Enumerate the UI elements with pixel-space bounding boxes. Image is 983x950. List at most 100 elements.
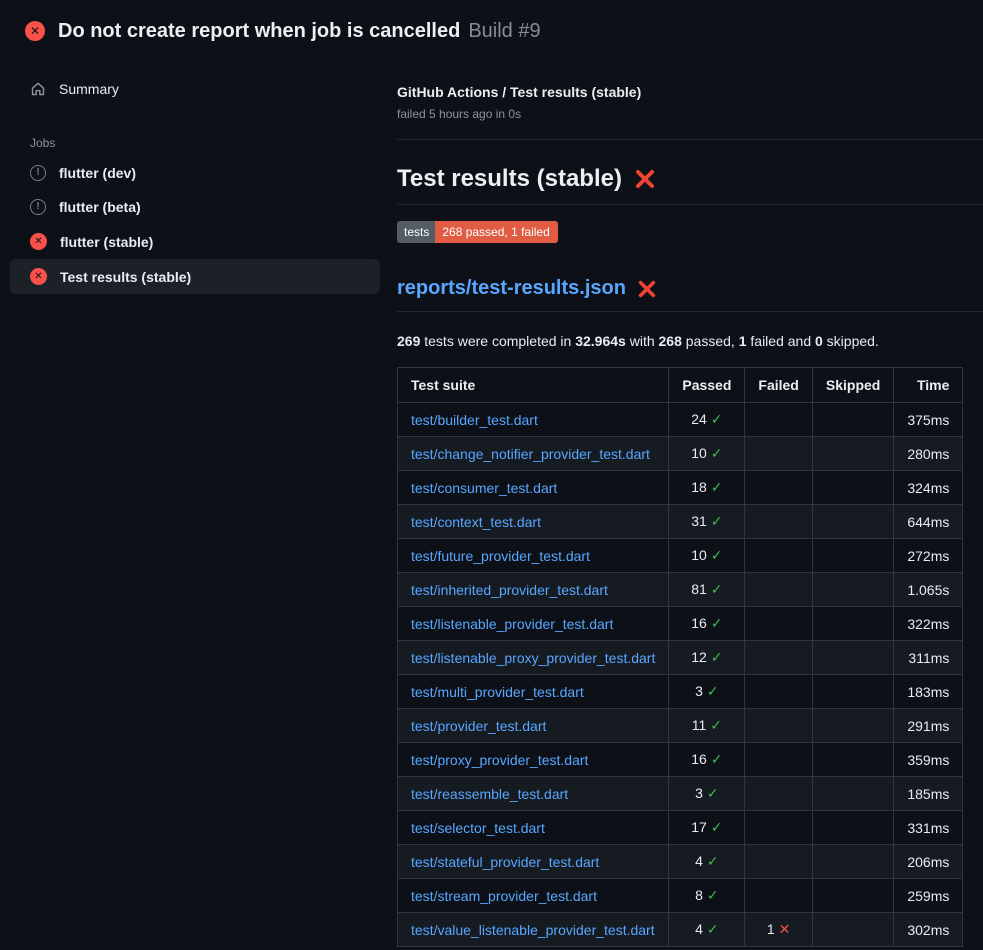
check-icon: ✓ [711, 547, 723, 563]
column-header-time: Time [894, 368, 963, 403]
cell-skipped [812, 709, 893, 743]
cell-skipped [812, 403, 893, 437]
column-header-failed: Failed [745, 368, 812, 403]
cell-passed: 4✓ [669, 845, 745, 879]
cell-skipped [812, 641, 893, 675]
job-label: flutter (stable) [60, 234, 153, 250]
job-label: Test results (stable) [60, 269, 191, 285]
cell-failed [745, 607, 812, 641]
job-failed-icon: ✕ [30, 233, 47, 250]
cell-failed [745, 709, 812, 743]
cell-time: 324ms [894, 471, 963, 505]
breadcrumb: GitHub Actions / Test results (stable) [397, 84, 983, 100]
jobs-section-heading: Jobs [30, 136, 390, 150]
table-row: test/change_notifier_provider_test.dart 1… [398, 437, 963, 471]
table-row: test/provider_test.dart11✓291ms [398, 709, 963, 743]
cell-passed: 8✓ [669, 879, 745, 913]
cell-skipped [812, 505, 893, 539]
cell-test-suite: test/provider_test.dart [398, 709, 669, 743]
sidebar-job-item[interactable]: ✕ flutter (stable) [10, 224, 380, 259]
test-suite-link[interactable]: test/proxy_provider_test.dart [411, 752, 588, 768]
cell-test-suite: test/consumer_test.dart [398, 471, 669, 505]
cell-test-suite: test/listenable_provider_test.dart [398, 607, 669, 641]
cell-time: 1.065s [894, 573, 963, 607]
cell-skipped [812, 675, 893, 709]
test-suite-link[interactable]: test/listenable_provider_test.dart [411, 616, 613, 632]
test-suite-link[interactable]: test/context_test.dart [411, 514, 541, 530]
run-header: ✕ Do not create report when job is cance… [0, 0, 983, 56]
cell-test-suite: test/multi_provider_test.dart [398, 675, 669, 709]
test-suite-link[interactable]: test/stateful_provider_test.dart [411, 854, 599, 870]
column-header-test-suite: Test suite [398, 368, 669, 403]
job-cancelled-icon: ! [30, 199, 46, 215]
cell-test-suite: test/listenable_proxy_provider_test.dart [398, 641, 669, 675]
test-suite-link[interactable]: test/value_listenable_provider_test.dart [411, 922, 655, 938]
cell-skipped [812, 845, 893, 879]
column-header-passed: Passed [669, 368, 745, 403]
test-suite-link[interactable]: test/stream_provider_test.dart [411, 888, 597, 904]
sidebar-job-item[interactable]: ✕ Test results (stable) [10, 259, 380, 294]
test-suite-link[interactable]: test/selector_test.dart [411, 820, 545, 836]
sidebar-summary-label: Summary [59, 81, 119, 97]
check-icon: ✓ [707, 921, 719, 937]
cell-failed [745, 471, 812, 505]
sidebar-job-item[interactable]: !flutter (beta) [10, 190, 380, 224]
cell-passed: 18✓ [669, 471, 745, 505]
section-title-text: Test results (stable) [397, 165, 622, 193]
test-suite-link[interactable]: test/change_notifier_provider_test.dart [411, 446, 650, 462]
sidebar: Summary Jobs !flutter (dev)!flutter (bet… [0, 56, 390, 294]
cell-test-suite: test/selector_test.dart [398, 811, 669, 845]
cell-time: 331ms [894, 811, 963, 845]
cell-test-suite: test/future_provider_test.dart [398, 539, 669, 573]
cell-failed [745, 811, 812, 845]
cell-passed: 11✓ [669, 709, 745, 743]
sidebar-job-item[interactable]: !flutter (dev) [10, 156, 380, 190]
cell-skipped [812, 743, 893, 777]
cell-time: 644ms [894, 505, 963, 539]
tests-status-badge: tests 268 passed, 1 failed [397, 221, 558, 243]
test-suite-link[interactable]: test/future_provider_test.dart [411, 548, 590, 564]
check-icon: ✓ [711, 581, 723, 597]
test-suite-link[interactable]: test/builder_test.dart [411, 412, 538, 428]
cell-skipped [812, 913, 893, 947]
check-icon: ✓ [711, 649, 723, 665]
test-suite-link[interactable]: test/reassemble_test.dart [411, 786, 568, 802]
jobs-list: !flutter (dev)!flutter (beta) ✕ flutter (s… [0, 156, 390, 294]
divider [397, 139, 983, 140]
cell-time: 183ms [894, 675, 963, 709]
test-suite-link[interactable]: test/listenable_proxy_provider_test.dart [411, 650, 655, 666]
job-failed-icon: ✕ [30, 268, 47, 285]
table-row: test/selector_test.dart 17✓ 331ms [398, 811, 963, 845]
cell-passed: 17✓ [669, 811, 745, 845]
job-cancelled-icon: ! [30, 165, 46, 181]
cell-passed: 16✓ [669, 743, 745, 777]
test-suite-link[interactable]: test/multi_provider_test.dart [411, 684, 584, 700]
x-icon: ✕ [779, 921, 791, 937]
check-icon: ✓ [707, 683, 719, 699]
check-icon: ✓ [711, 751, 723, 767]
cell-skipped [812, 811, 893, 845]
cell-time: 311ms [894, 641, 963, 675]
report-file-link[interactable]: reports/test-results.json [397, 277, 626, 300]
table-row: test/stream_provider_test.dart8✓259ms [398, 879, 963, 913]
cell-failed [745, 845, 812, 879]
table-row: test/builder_test.dart24✓375ms [398, 403, 963, 437]
cell-failed [745, 743, 812, 777]
table-row: test/reassemble_test.dart3✓185ms [398, 777, 963, 811]
check-icon: ✓ [711, 411, 723, 427]
cell-test-suite: test/inherited_provider_test.dart [398, 573, 669, 607]
test-suite-link[interactable]: test/provider_test.dart [411, 718, 546, 734]
tests-summary-text: 269 tests were completed in 32.964s with… [397, 333, 983, 349]
badge-label: tests [397, 221, 435, 243]
cell-passed: 24✓ [669, 403, 745, 437]
sidebar-item-summary[interactable]: Summary [10, 72, 380, 106]
cell-test-suite: test/builder_test.dart [398, 403, 669, 437]
cell-passed: 10✓ [669, 437, 745, 471]
table-row: test/multi_provider_test.dart3✓183ms [398, 675, 963, 709]
cell-failed [745, 777, 812, 811]
check-icon: ✓ [707, 887, 719, 903]
test-suite-link[interactable]: test/inherited_provider_test.dart [411, 582, 608, 598]
test-suite-link[interactable]: test/consumer_test.dart [411, 480, 557, 496]
cell-failed [745, 573, 812, 607]
home-icon [30, 81, 46, 97]
